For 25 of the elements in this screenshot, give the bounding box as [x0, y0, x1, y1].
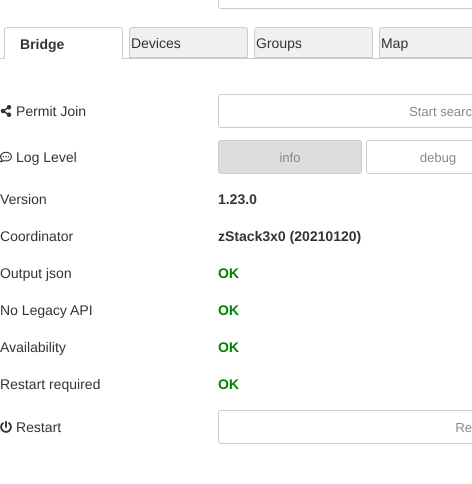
status-value: OK [218, 302, 239, 318]
tab[interactable]: Devices [129, 27, 248, 58]
share-icon [0, 105, 12, 117]
info-value: zStack3x0 (20210120) [218, 228, 362, 244]
row-label: Version [0, 190, 47, 206]
status-value: OK [218, 264, 239, 280]
speech-bubble-icon [0, 151, 12, 163]
row-label: Output json [0, 264, 72, 280]
row-label: Log Level [16, 149, 77, 165]
row-label: Restart [16, 419, 62, 435]
log-level-option[interactable]: debug [366, 140, 472, 174]
tab[interactable]: Bridge [4, 27, 123, 59]
tab[interactable]: Groups [254, 27, 373, 58]
row-label: Availability [0, 338, 66, 354]
row-label: Permit Join [16, 103, 86, 119]
status-value: OK [218, 338, 239, 354]
info-value: 1.23.0 [218, 190, 257, 206]
tab[interactable]: Map [379, 27, 472, 58]
row-label: No Legacy API [0, 302, 93, 318]
restart-button[interactable]: Re [218, 410, 472, 444]
row-label: Coordinator [0, 228, 74, 244]
row-label: Restart required [0, 376, 100, 392]
status-value: OK [218, 376, 239, 392]
power-icon [0, 421, 12, 433]
start-search-button[interactable]: Start searc [218, 94, 472, 128]
